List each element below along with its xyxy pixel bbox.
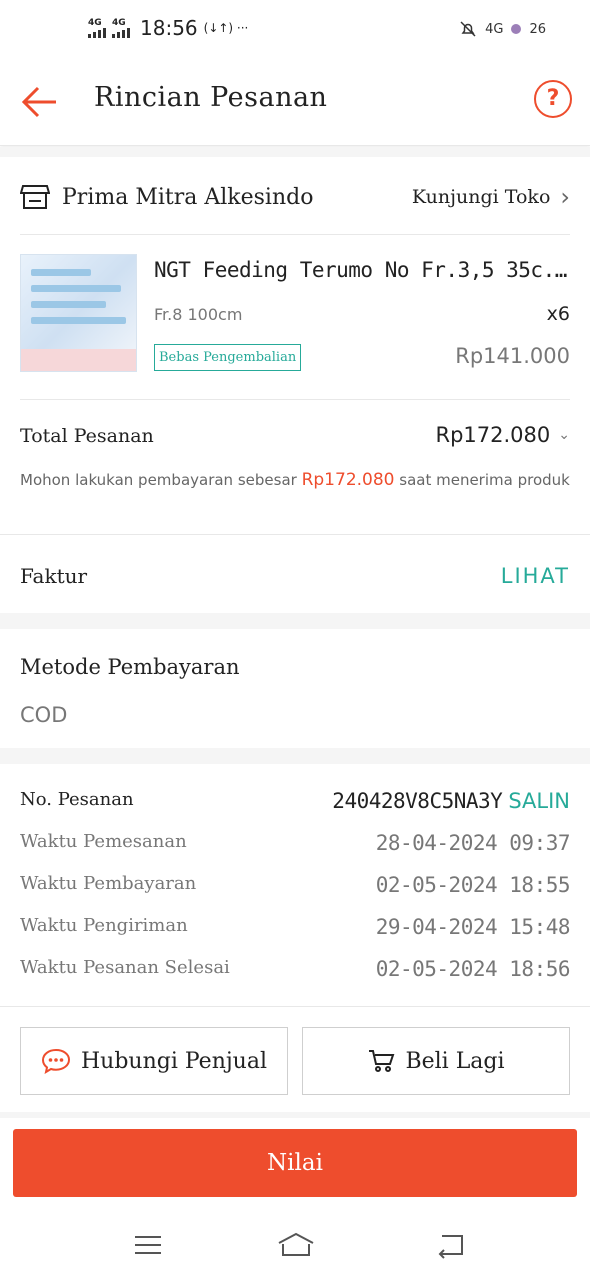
product-quantity: x6 <box>546 303 570 325</box>
status-left: 4G 4G 18:56 (↓↑) ··· <box>88 16 248 40</box>
order-time-value: 02-05-2024 18:55 <box>375 873 571 897</box>
payment-note: Mohon lakukan pembayaran sebesar Rp172.0… <box>20 468 570 492</box>
divider <box>0 534 590 535</box>
question-circle-icon[interactable]: ? <box>534 80 572 118</box>
product-name[interactable]: NGT Feeding Terumo No Fr.3,5 35c... <box>154 258 570 282</box>
page-title: Rincian Pesanan <box>94 82 328 113</box>
chat-bubble-icon <box>41 1048 70 1074</box>
total-label: Total Pesanan <box>20 425 154 447</box>
order-number-row: No. Pesanan 240428V8C5NA3Y SALIN <box>20 789 570 819</box>
copy-button[interactable]: SALIN <box>508 789 570 813</box>
chevron-right-icon: › <box>560 183 570 211</box>
buy-again-label: Beli Lagi <box>405 1048 505 1074</box>
shop-name: Prima Mitra Alkesindo <box>62 184 314 210</box>
divider <box>20 399 570 400</box>
payment-method-label: Metode Pembayaran <box>20 655 240 679</box>
contact-seller-label: Hubungi Penjual <box>80 1048 268 1074</box>
total-amount: Rp172.080 <box>435 423 551 447</box>
section-gap <box>0 613 590 629</box>
order-time-label: Waktu Pengiriman <box>20 915 188 936</box>
total-value[interactable]: Rp172.080 ⌄ <box>436 423 571 447</box>
order-time-row: Waktu Pengiriman 29-04-2024 15:48 <box>20 915 571 945</box>
network-label: 4G <box>112 17 126 28</box>
product-image[interactable] <box>20 254 137 372</box>
battery-level: 26 <box>529 21 546 37</box>
status-extra: (↓↑) ··· <box>203 21 249 35</box>
invoice-view-link[interactable]: LIHAT <box>501 564 570 588</box>
battery-icon <box>511 24 522 34</box>
visit-shop-link[interactable]: Kunjungi Toko <box>412 186 550 208</box>
order-number-value: 240428V8C5NA3Y SALIN <box>332 789 570 813</box>
clock: 18:56 <box>140 16 198 40</box>
signal-icon: 4G <box>88 17 106 38</box>
product-variant: Fr.8 100cm <box>154 305 243 324</box>
order-number-label: No. Pesanan <box>20 789 134 810</box>
arrow-left-icon[interactable] <box>20 82 60 122</box>
rate-button[interactable]: Nilai <box>13 1129 577 1197</box>
invoice-label: Faktur <box>20 564 88 588</box>
order-time-label: Waktu Pesanan Selesai <box>20 957 230 978</box>
buy-again-button[interactable]: Beli Lagi <box>302 1027 570 1095</box>
order-time-label: Waktu Pemesanan <box>20 831 187 852</box>
menu-icon[interactable] <box>132 1230 164 1260</box>
signal-icon: 4G <box>112 17 130 38</box>
order-time-row: Waktu Pemesanan 28-04-2024 09:37 <box>20 831 571 861</box>
divider <box>0 1006 590 1007</box>
chevron-down-icon: ⌄ <box>558 427 570 443</box>
order-time-row: Waktu Pembayaran 02-05-2024 18:55 <box>20 873 571 903</box>
order-time-value: 29-04-2024 15:48 <box>375 915 571 939</box>
order-time-row: Waktu Pesanan Selesai 02-05-2024 18:56 <box>20 957 571 987</box>
app-header: Rincian Pesanan ? <box>0 62 590 146</box>
payment-method-value: COD <box>20 703 68 727</box>
order-time-value: 28-04-2024 09:37 <box>375 831 571 855</box>
product-price: Rp141.000 <box>455 344 570 368</box>
store-icon <box>20 185 50 209</box>
home-icon[interactable] <box>276 1230 316 1260</box>
payment-note-amount: Rp172.080 <box>301 470 395 490</box>
payment-note-prefix: Mohon lakukan pembayaran sebesar <box>20 471 302 489</box>
free-return-badge: Bebas Pengembalian <box>154 344 302 371</box>
status-bar: 4G 4G 18:56 (↓↑) ··· 4G 26 <box>0 0 590 62</box>
section-gap <box>0 748 590 764</box>
order-time-label: Waktu Pembayaran <box>20 873 197 894</box>
shop-row[interactable]: Prima Mitra Alkesindo Kunjungi Toko › <box>20 172 570 222</box>
network-label: 4G <box>88 17 102 28</box>
section-gap <box>0 147 590 157</box>
system-nav-bar <box>0 1208 590 1280</box>
network-label: 4G <box>485 21 504 37</box>
status-right: 4G 26 <box>459 20 546 38</box>
contact-seller-button[interactable]: Hubungi Penjual <box>20 1027 288 1095</box>
cart-icon <box>369 1050 395 1072</box>
order-time-value: 02-05-2024 18:56 <box>375 957 571 981</box>
order-number: 240428V8C5NA3Y <box>332 789 503 813</box>
payment-note-suffix: saat menerima produk <box>394 471 570 489</box>
section-gap <box>0 1112 590 1118</box>
divider <box>20 234 570 235</box>
back-icon[interactable] <box>434 1230 466 1260</box>
bell-muted-icon <box>460 21 476 37</box>
